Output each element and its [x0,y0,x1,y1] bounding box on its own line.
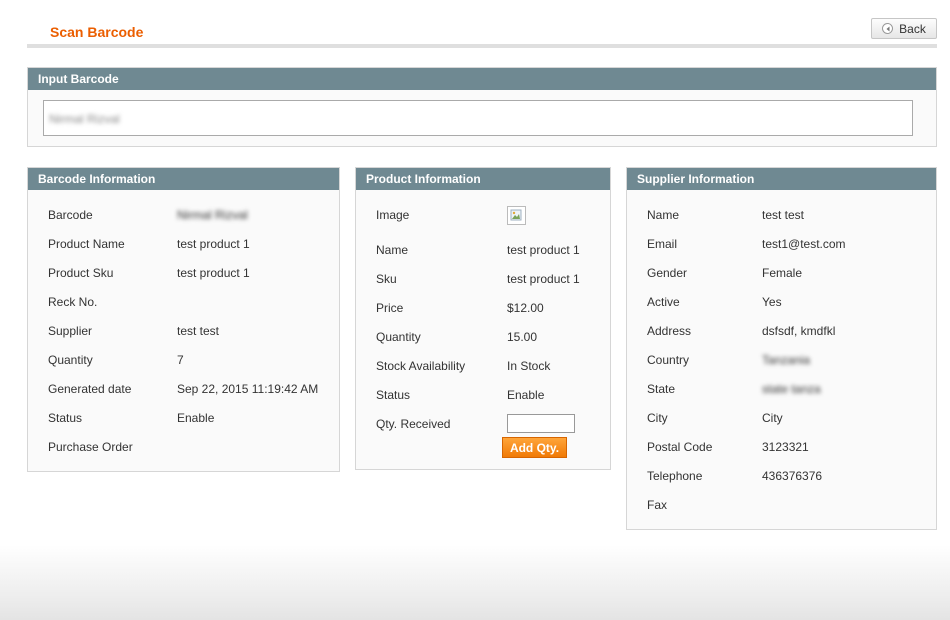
qty-received-input[interactable] [507,414,575,433]
product-sku-row: Product Sku test product 1 [28,266,339,284]
postal-code-label: Postal Code [647,440,713,454]
address-label: Address [647,324,692,338]
gender-row: Gender Female [627,266,936,284]
name-label: Name [376,243,409,257]
status-value: Enable [177,411,215,425]
address-value: dsfsdf, kmdfkl [762,324,836,338]
broken-image-icon[interactable] [507,206,526,225]
country-label: Country [647,353,690,367]
active-label: Active [647,295,680,309]
qty-received-label: Qty. Received [376,417,451,431]
supplier-information-heading: Supplier Information [627,168,936,190]
reck-no-label: Reck No. [48,295,98,309]
image-row: Image [356,206,610,226]
email-label: Email [647,237,678,251]
supplier-value: test test [177,324,220,338]
gender-value: Female [762,266,803,280]
stock-availability-value: In Stock [507,359,551,373]
city-value: City [762,411,783,425]
sku-label: Sku [376,272,397,286]
back-button[interactable]: Back [871,18,937,39]
active-value: Yes [762,295,782,309]
purchase-order-label: Purchase Order [48,440,133,454]
product-sku-value: test product 1 [177,266,250,280]
supplier-name-value: test test [762,208,805,222]
input-barcode-heading: Input Barcode [28,68,936,90]
price-row: Price $12.00 [356,301,610,319]
sku-row: Sku test product 1 [356,272,610,290]
city-label: City [647,411,668,425]
barcode-information-heading: Barcode Information [28,168,339,190]
product-name-label: Product Name [48,237,125,251]
product-name-value: test product 1 [177,237,250,251]
product-quantity-value: 15.00 [507,330,538,344]
page-header: Scan Barcode Back [27,16,937,48]
barcode-input[interactable]: Nirmal Rizval [43,100,913,136]
supplier-name-row: Name test test [627,208,936,226]
supplier-label: Supplier [48,324,93,338]
state-value: state tanza [762,382,821,396]
status-label: Status [48,411,83,425]
barcode-row: Barcode Nirmal Rizval [28,208,339,226]
email-value: test1@test.com [762,237,846,251]
address-row: Address dsfsdf, kmdfkl [627,324,936,342]
country-value: Tanzania [762,353,811,367]
purchase-order-row: Purchase Order [28,440,339,458]
barcode-information-panel: Barcode Information Barcode Nirmal Rizva… [27,167,340,472]
quantity-value: 7 [177,353,184,367]
stock-availability-row: Stock Availability In Stock [356,359,610,377]
stock-availability-label: Stock Availability [376,359,466,373]
add-qty-button[interactable]: Add Qty. [502,437,567,458]
product-name-row: Product Name test product 1 [28,237,339,255]
state-label: State [647,382,676,396]
qty-received-row: Qty. Received [356,414,610,435]
telephone-value: 436376376 [762,469,823,483]
telephone-row: Telephone 436376376 [627,469,936,487]
telephone-label: Telephone [647,469,703,483]
quantity-row: Quantity 7 [28,353,339,371]
country-row: Country Tanzania [627,353,936,371]
state-row: State state tanza [627,382,936,400]
generated-date-label: Generated date [48,382,132,396]
product-information-heading: Product Information [356,168,610,190]
sku-value: test product 1 [507,272,580,286]
fax-row: Fax [627,498,936,516]
city-row: City City [627,411,936,429]
supplier-row: Supplier test test [28,324,339,342]
barcode-input-value: Nirmal Rizval [49,112,120,126]
product-status-row: Status Enable [356,388,610,406]
reck-no-row: Reck No. [28,295,339,313]
product-information-panel: Product Information Image Name test prod… [355,167,611,470]
price-label: Price [376,301,404,315]
product-quantity-row: Quantity 15.00 [356,330,610,348]
fax-label: Fax [647,498,668,512]
barcode-value: Nirmal Rizval [177,208,248,222]
supplier-information-panel: Supplier Information Name test test Emai… [626,167,937,530]
name-value: test product 1 [507,243,580,257]
product-status-label: Status [376,388,411,402]
barcode-label: Barcode [48,208,93,222]
product-quantity-label: Quantity [376,330,421,344]
postal-code-value: 3123321 [762,440,809,454]
email-row: Email test1@test.com [627,237,936,255]
product-status-value: Enable [507,388,545,402]
supplier-name-label: Name [647,208,680,222]
gender-label: Gender [647,266,688,280]
page-title: Scan Barcode [50,24,144,40]
image-label: Image [376,208,410,222]
back-arrow-icon [882,23,894,34]
status-row: Status Enable [28,411,339,429]
active-row: Active Yes [627,295,936,313]
price-value: $12.00 [507,301,544,315]
product-sku-label: Product Sku [48,266,114,280]
name-row: Name test product 1 [356,243,610,261]
input-barcode-section: Input Barcode Nirmal Rizval [27,67,937,147]
back-button-label: Back [899,21,926,36]
generated-date-value: Sep 22, 2015 11:19:42 AM [177,382,319,396]
quantity-label: Quantity [48,353,93,367]
generated-date-row: Generated date Sep 22, 2015 11:19:42 AM [28,382,339,400]
postal-code-row: Postal Code 3123321 [627,440,936,458]
